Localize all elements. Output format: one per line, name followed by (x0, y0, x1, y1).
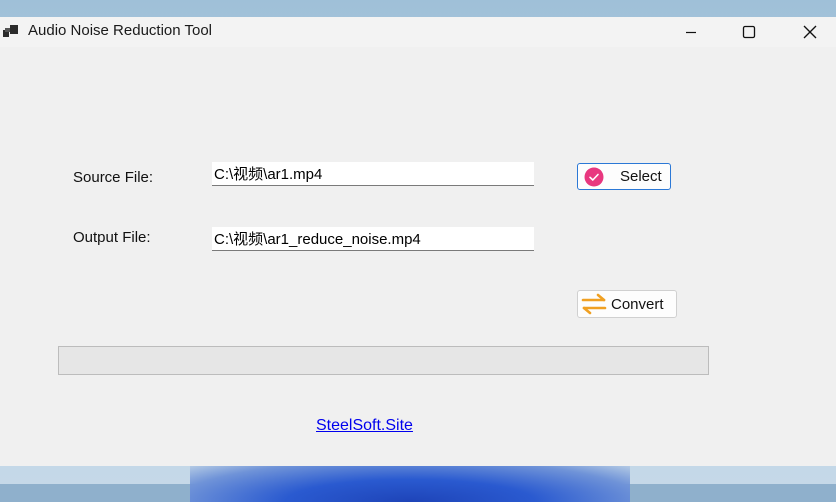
window-title: Audio Noise Reduction Tool (28, 22, 213, 39)
app-window: Audio Noise Reduction Tool Source File: … (0, 17, 836, 466)
output-file-input[interactable] (212, 227, 534, 251)
maximize-button[interactable] (726, 17, 772, 47)
swap-arrows-icon (581, 293, 607, 315)
check-circle-icon (584, 167, 604, 186)
maximize-icon (742, 25, 756, 39)
convert-button[interactable]: Convert (577, 290, 677, 318)
minimize-icon (686, 31, 696, 34)
minimize-button[interactable] (668, 17, 714, 47)
title-bar[interactable]: Audio Noise Reduction Tool (0, 17, 836, 47)
wallpaper-bloom (190, 462, 630, 502)
app-icon (3, 25, 18, 37)
source-file-label: Source File: (73, 169, 154, 186)
steelsoft-site-link[interactable]: SteelSoft.Site (316, 417, 413, 435)
source-file-input[interactable] (212, 162, 534, 186)
close-button[interactable] (787, 17, 833, 47)
output-file-label: Output File: (73, 229, 151, 246)
close-icon (803, 25, 817, 39)
select-button-label: Select (620, 168, 662, 185)
progress-bar (58, 346, 709, 375)
select-button[interactable]: Select (577, 163, 671, 190)
convert-button-label: Convert (611, 295, 664, 313)
